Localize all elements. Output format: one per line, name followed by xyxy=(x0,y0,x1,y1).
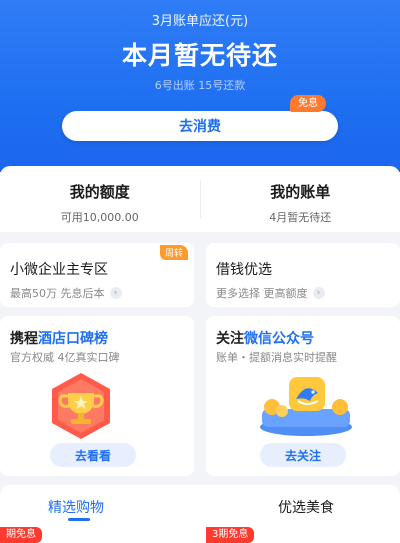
chevron-right-icon: › xyxy=(109,287,122,299)
chevron-right-icon: › xyxy=(312,287,325,299)
my-bill-label: 我的账单 xyxy=(270,183,331,201)
bill-status: 本月暂无待还 xyxy=(121,41,278,70)
my-quota-label: 我的额度 xyxy=(69,183,130,201)
loan-select-title: 借钱优选 xyxy=(216,262,272,278)
ctrip-card-desc: 官方权威 4亿真实口碑 xyxy=(10,351,120,364)
turnover-badge: 周转 xyxy=(159,245,188,260)
trophy-icon xyxy=(52,373,110,439)
active-tab-indicator xyxy=(68,518,90,521)
promo-tag-right: 3期免息 xyxy=(206,527,255,543)
service-row: 小微企业主专区 最高50万 先息后本 › 周转 借钱优选 更多选择 更高额度 › xyxy=(0,243,400,307)
small-business-sub-row: 最高50万 先息后本 › xyxy=(10,285,194,301)
bill-summary: 4月暂无待还 xyxy=(269,211,332,224)
tab-featured-shopping[interactable]: 精选购物 xyxy=(48,497,104,517)
quota-card: 我的额度 可用10,000.00 我的账单 4月暂无待还 xyxy=(0,166,400,232)
wechat-card-desc: 账单・提额消息实时提醒 xyxy=(216,351,337,364)
bill-header: 3月账单应还(元) 本月暂无待还 6号出账 15号还款 去消费 免息 xyxy=(0,0,400,172)
interest-free-badge: 免息 xyxy=(290,95,326,112)
ctrip-title-prefix: 携程 xyxy=(10,331,38,347)
ctrip-card-title: 携程酒店口碑榜 xyxy=(10,328,108,348)
promo-tag-left: 期免息 xyxy=(0,527,42,543)
go-consume-button[interactable]: 去消费 xyxy=(62,111,338,141)
category-tabs: 精选购物 优选美食 xyxy=(0,485,400,543)
bill-title: 3月账单应还(元) xyxy=(151,14,249,29)
wechat-title-accent: 微信公众号 xyxy=(244,331,314,347)
ctrip-title-accent: 酒店口碑榜 xyxy=(38,331,108,347)
go-see-button[interactable]: 去看看 xyxy=(50,443,136,467)
loan-select-sub-row: 更多选择 更高额度 › xyxy=(216,285,400,301)
go-follow-button[interactable]: 去关注 xyxy=(260,443,346,467)
small-business-title: 小微企业主专区 xyxy=(10,262,108,278)
small-business-card[interactable]: 小微企业主专区 最高50万 先息后本 › 周转 xyxy=(0,243,194,307)
wechat-follow-card[interactable]: 关注微信公众号 账单・提额消息实时提醒 去关注 xyxy=(206,316,400,476)
tab-featured-food[interactable]: 优选美食 xyxy=(278,497,334,517)
my-bill[interactable]: 我的账单 4月暂无待还 xyxy=(201,166,400,232)
wechat-title-prefix: 关注 xyxy=(216,331,244,347)
my-quota[interactable]: 我的额度 可用10,000.00 xyxy=(0,166,200,232)
small-business-sub: 最高50万 先息后本 xyxy=(10,287,105,300)
loan-select-card[interactable]: 借钱优选 更多选择 更高额度 › xyxy=(206,243,400,307)
ctrip-hotel-card[interactable]: 携程酒店口碑榜 官方权威 4亿真实口碑 去看看 xyxy=(0,316,194,476)
loan-select-sub: 更多选择 更高额度 xyxy=(216,287,308,300)
dolphin-mascot-icon xyxy=(260,377,352,436)
billing-dates: 6号出账 15号还款 xyxy=(154,79,246,92)
wechat-card-title: 关注微信公众号 xyxy=(216,328,314,348)
available-quota: 可用10,000.00 xyxy=(60,211,139,224)
